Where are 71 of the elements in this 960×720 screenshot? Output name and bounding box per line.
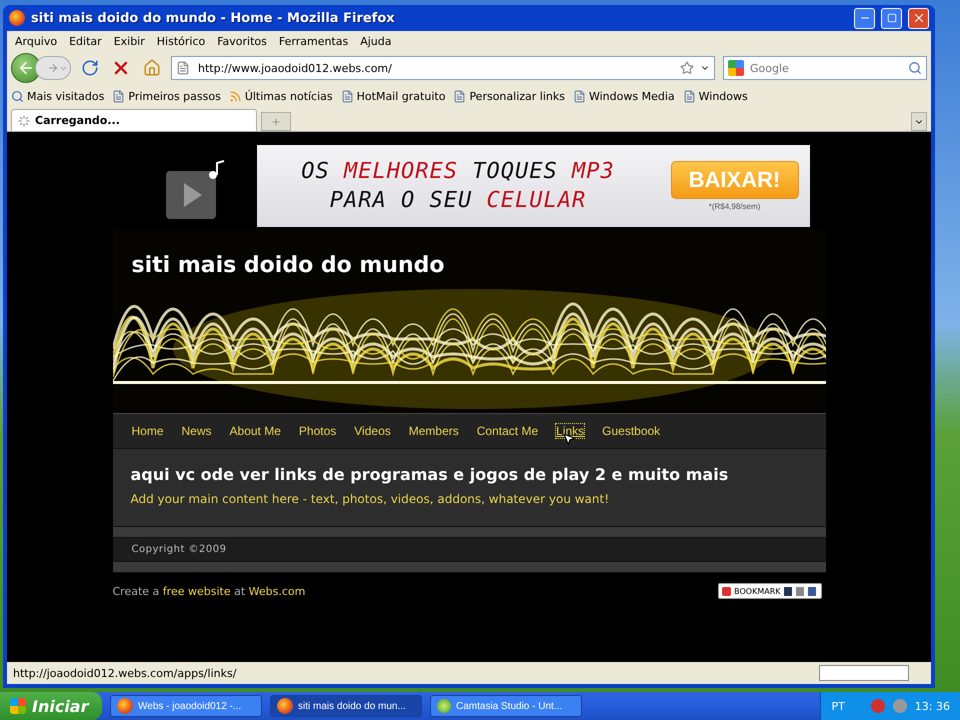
page-icon [453, 90, 466, 102]
menu-item[interactable]: Ferramentas [272, 34, 354, 48]
taskbar-button[interactable]: Webs - joaodoid012 -... [110, 695, 262, 717]
nav-link[interactable]: Videos [354, 424, 391, 438]
address-field[interactable]: http://www.joaodoid012.webs.com/ [196, 60, 674, 76]
taskbar-button[interactable]: siti mais doido do mun... [270, 695, 422, 717]
firefox-icon [117, 698, 133, 714]
nav-link[interactable]: Photos [298, 424, 336, 438]
reload-icon [81, 59, 99, 77]
taskbar-button[interactable]: Camtasia Studio - Unt... [430, 695, 582, 717]
address-bar[interactable]: http://www.joaodoid012.webs.com/ [171, 56, 715, 80]
menu-item[interactable]: Exibir [108, 34, 151, 48]
search-bar[interactable]: Google [723, 56, 927, 80]
status-text: http://joaodoid012.webs.com/apps/links/ [13, 666, 236, 680]
nav-link[interactable]: Home [132, 424, 164, 438]
browser-tab[interactable]: Carregando... [11, 109, 257, 131]
back-button[interactable] [11, 53, 41, 83]
site-title: siti mais doido do mundo [130, 252, 444, 278]
nav-link[interactable]: Links [556, 424, 584, 438]
bookmark-item[interactable]: Últimas notícias [228, 90, 333, 102]
search-icon[interactable] [908, 61, 922, 75]
maximize-button[interactable] [881, 8, 902, 28]
menu-item[interactable]: Editar [63, 34, 108, 48]
menu-item[interactable]: Favoritos [211, 34, 273, 48]
price-text: *(R$4,98/sem) [708, 202, 760, 211]
window-title: siti mais doido do mundo - Home - Mozilla Firefox [31, 10, 396, 26]
page-heading: aqui vc ode ver links de programas e jogos de play 2 e muito mais [130, 465, 730, 484]
ad-banner[interactable]: OS MELHORES TOQUES MP3 PARA O SEU CELULAR BAIXAR! *(R$4,98/sem) [128, 145, 810, 227]
body-text: Add your main content here - text, photos, videos, addons, whatever you want! [130, 492, 610, 506]
search-field[interactable]: Google [748, 60, 904, 76]
camtasia-icon [437, 699, 451, 713]
bookmark-item[interactable]: Primeiros passos [112, 90, 221, 102]
ad-headline: PARA O SEU CELULAR [330, 188, 586, 213]
menu-item[interactable]: Ajuda [354, 34, 398, 48]
bookmark-item[interactable]: Windows Media [572, 90, 675, 102]
maximize-icon [886, 13, 896, 23]
clock: 13: 36 [914, 700, 950, 712]
nav-link[interactable]: About Me [230, 424, 281, 438]
menu-item[interactable]: Arquivo [9, 34, 64, 48]
folder-icon [11, 90, 24, 102]
ad-headline: OS MELHORES TOQUES MP3 [301, 159, 615, 184]
page-icon [112, 90, 126, 102]
bookmark-item[interactable]: Windows [682, 90, 748, 102]
loading-icon [18, 114, 30, 126]
nav-link[interactable]: Members [408, 424, 459, 438]
nav-link[interactable]: News [182, 424, 212, 438]
firefox-icon [277, 698, 293, 714]
menu-item[interactable]: Histórico [150, 34, 212, 48]
minimize-button[interactable] [854, 8, 875, 28]
page-icon [572, 90, 586, 102]
firefox-icon [9, 10, 25, 26]
nav-link[interactable]: Guestbook [602, 424, 660, 438]
bookmark-item[interactable]: HotMail gratuito [340, 90, 446, 102]
bookmark-button[interactable]: BOOKMARK [718, 583, 822, 599]
close-button[interactable] [908, 8, 929, 28]
forward-arrow-icon [46, 62, 58, 74]
copyright-text: Copyright ©2009 [132, 544, 226, 555]
home-icon [143, 59, 161, 77]
page-icon [682, 90, 696, 102]
bookmark-item[interactable]: Mais visitados [11, 90, 104, 102]
feed-icon [228, 90, 242, 102]
search-engine-icon[interactable] [728, 60, 744, 76]
forward-button[interactable] [35, 56, 71, 80]
windows-logo-icon [10, 698, 26, 714]
footer-text: Create a free website at Webs.com [112, 584, 306, 598]
share-icons [784, 586, 818, 596]
bookmark-item[interactable]: Personalizar links [453, 90, 565, 102]
page-icon [176, 61, 190, 75]
star-icon[interactable] [680, 61, 694, 75]
page-icon [340, 90, 354, 102]
nav-link[interactable]: Contact Me [476, 424, 538, 438]
